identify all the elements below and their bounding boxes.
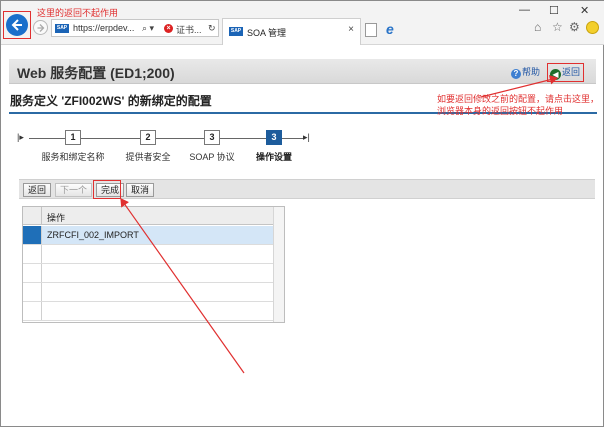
annotation-arrows	[120, 75, 559, 374]
arrow-to-back-link	[480, 75, 559, 98]
browser-window: 这里的返回不起作用 SAP https://erpdev... ⌕ ▾ × 证书…	[0, 0, 604, 427]
arrow-to-finish	[120, 198, 245, 374]
